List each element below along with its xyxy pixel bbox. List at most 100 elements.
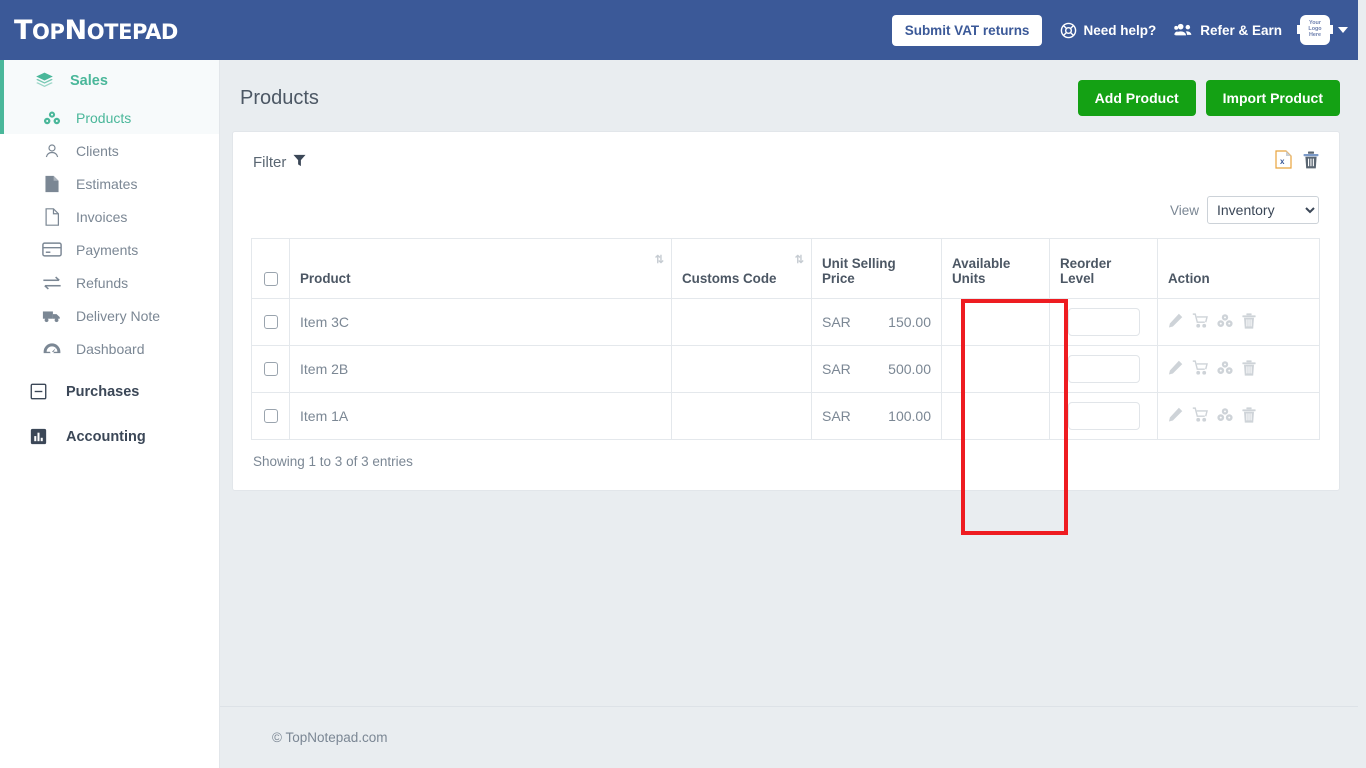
cubes-icon[interactable] [1217,407,1233,425]
cubes-icon[interactable] [1217,313,1233,331]
cell-available-units [941,345,1050,393]
sidebar-item-dashboard[interactable]: Dashboard [0,332,219,365]
refer-and-earn-link[interactable]: Refer & Earn [1174,22,1282,38]
file-filled-icon [42,175,62,193]
sidebar-group-sales[interactable]: Sales [0,60,219,101]
column-label: Available Units [952,256,1011,286]
table-header: Product ⇅ Customs Code ⇅ Unit Selling Pr… [251,238,1320,299]
sidebar: Sales Products Clients Estimates Invoice… [0,60,220,768]
select-all-checkbox[interactable] [263,272,278,286]
edit-pencil-icon[interactable] [1168,313,1183,331]
column-header-action: Action [1157,238,1320,299]
cell-available-units [941,298,1050,346]
page-scrollbar[interactable] [1358,0,1366,768]
bar-chart-icon [28,428,48,445]
row-checkbox[interactable] [263,315,278,329]
sidebar-item-products[interactable]: Products [0,101,219,134]
cell-customs-code [671,345,812,393]
column-header-product[interactable]: Product ⇅ [289,238,672,299]
need-help-label: Need help? [1083,22,1157,38]
main-content: Products Add Product Import Product Filt… [220,60,1366,768]
filter-label: Filter [253,153,287,171]
filter-toggle[interactable]: Filter [253,154,306,171]
cell-reorder-level [1049,392,1158,440]
trash-icon[interactable] [1242,359,1256,379]
avatar: Your Logo Here [1297,15,1333,45]
chevron-down-icon [1338,27,1348,33]
view-select[interactable]: Inventory [1207,196,1319,224]
table-row: Item 1A SAR 100.00 [251,392,1320,440]
price-amount: 100.00 [888,408,931,424]
minus-square-icon [28,383,48,400]
exchange-icon [42,275,62,291]
sidebar-item-label: Clients [76,142,119,159]
view-label: View [1169,202,1199,218]
sidebar-item-invoices[interactable]: Invoices [0,200,219,233]
row-checkbox[interactable] [263,362,278,376]
page-title: Products [240,86,319,109]
column-header-available-units: Available Units [941,238,1050,299]
cell-unit-selling-price: SAR 500.00 [811,345,942,393]
trash-icon[interactable] [1242,406,1256,426]
cart-plus-icon[interactable] [1192,360,1208,378]
cart-plus-icon[interactable] [1192,407,1208,425]
reorder-level-input[interactable] [1067,355,1140,383]
sidebar-item-label: Refunds [76,274,129,291]
filter-bar: Filter x [233,132,1339,174]
column-label: Action [1168,271,1210,286]
row-checkbox[interactable] [263,409,278,423]
table-row: Item 2B SAR 500.00 [251,345,1320,393]
reorder-level-input[interactable] [1067,308,1140,336]
reorder-level-input[interactable] [1067,402,1140,430]
cell-unit-selling-price: SAR 100.00 [811,392,942,440]
currency-code: SAR [822,361,851,377]
column-header-customs-code[interactable]: Customs Code ⇅ [671,238,812,299]
trash-icon[interactable] [1303,151,1319,174]
sidebar-item-label: Dashboard [76,340,145,357]
submit-vat-returns-button[interactable]: Submit VAT returns [891,14,1043,46]
file-icon [42,207,62,226]
cell-unit-selling-price: SAR 150.00 [811,298,942,346]
row-select-cell [251,345,290,393]
sidebar-section-label: Accounting [66,428,146,445]
layers-icon [34,71,54,90]
credit-card-icon [42,242,62,257]
cubes-icon[interactable] [1217,360,1233,378]
view-selector-row: View Inventory [233,174,1339,224]
cell-customs-code [671,298,812,346]
excel-export-icon[interactable]: x [1275,150,1292,174]
add-product-button[interactable]: Add Product [1077,80,1196,116]
user-menu[interactable]: Your Logo Here [1297,15,1348,45]
edit-pencil-icon[interactable] [1168,407,1183,425]
cart-plus-icon[interactable] [1192,313,1208,331]
sidebar-item-label: Estimates [76,175,138,192]
cell-reorder-level [1049,298,1158,346]
column-label: Customs Code [682,271,777,286]
page-action-buttons: Add Product Import Product [1077,80,1340,116]
card-tools: x [1275,150,1319,174]
app-logo[interactable]: TOPNOTEPAD [14,15,178,46]
sort-icon: ⇅ [794,254,804,266]
sidebar-item-refunds[interactable]: Refunds [0,266,219,299]
copyright-label: © TopNotepad.com [272,730,388,745]
funnel-icon [293,154,306,171]
cell-product: Item 3C [289,298,672,346]
sidebar-item-estimates[interactable]: Estimates [0,167,219,200]
cell-product: Item 2B [289,345,672,393]
row-select-cell [251,392,290,440]
sidebar-item-clients[interactable]: Clients [0,134,219,167]
sidebar-section-purchases[interactable]: Purchases [0,369,219,414]
sidebar-item-label: Invoices [76,208,128,225]
avatar-line-3: Here [1309,31,1321,38]
sidebar-item-delivery-note[interactable]: Delivery Note [0,299,219,332]
cell-action [1157,298,1320,346]
trash-icon[interactable] [1242,312,1256,332]
sidebar-item-payments[interactable]: Payments [0,233,219,266]
import-product-button[interactable]: Import Product [1205,80,1340,116]
cubes-icon [42,109,62,127]
sidebar-section-accounting[interactable]: Accounting [0,414,219,459]
cell-customs-code [671,392,812,440]
page-header: Products Add Product Import Product [220,60,1366,116]
need-help-link[interactable]: Need help? [1060,22,1156,39]
edit-pencil-icon[interactable] [1168,360,1183,378]
